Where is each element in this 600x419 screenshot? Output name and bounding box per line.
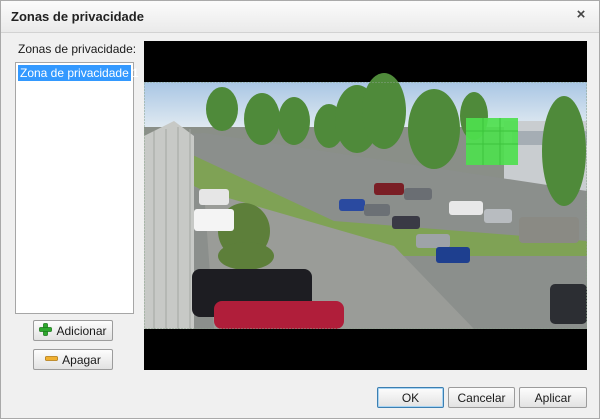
apply-button[interactable]: Aplicar [519, 387, 587, 408]
delete-button[interactable]: Apagar [33, 349, 113, 370]
cancel-button[interactable]: Cancelar [448, 387, 515, 408]
title-bar: Zonas de privacidade × [1, 1, 599, 33]
plus-icon [39, 322, 53, 339]
list-item-zone-1[interactable]: Zona de privacidade 1 [18, 65, 139, 81]
privacy-zones-dialog: Zonas de privacidade × Zonas de privacid… [0, 0, 600, 419]
video-image [144, 73, 587, 329]
ok-button[interactable]: OK [377, 387, 444, 408]
delete-button-label: Apagar [62, 352, 101, 367]
camera-video-preview[interactable] [144, 41, 587, 370]
zones-list[interactable]: Zona de privacidade 1 [15, 62, 139, 314]
privacy-zone-1[interactable] [466, 118, 518, 165]
close-icon[interactable]: × [573, 7, 589, 23]
add-button[interactable]: Adicionar [33, 320, 113, 341]
add-button-label: Adicionar [56, 323, 107, 338]
dialog-title: Zonas de privacidade [11, 9, 144, 24]
camera-frame [144, 41, 587, 370]
minus-icon [45, 352, 59, 368]
zones-list-label: Zonas de privacidade: [18, 42, 137, 56]
